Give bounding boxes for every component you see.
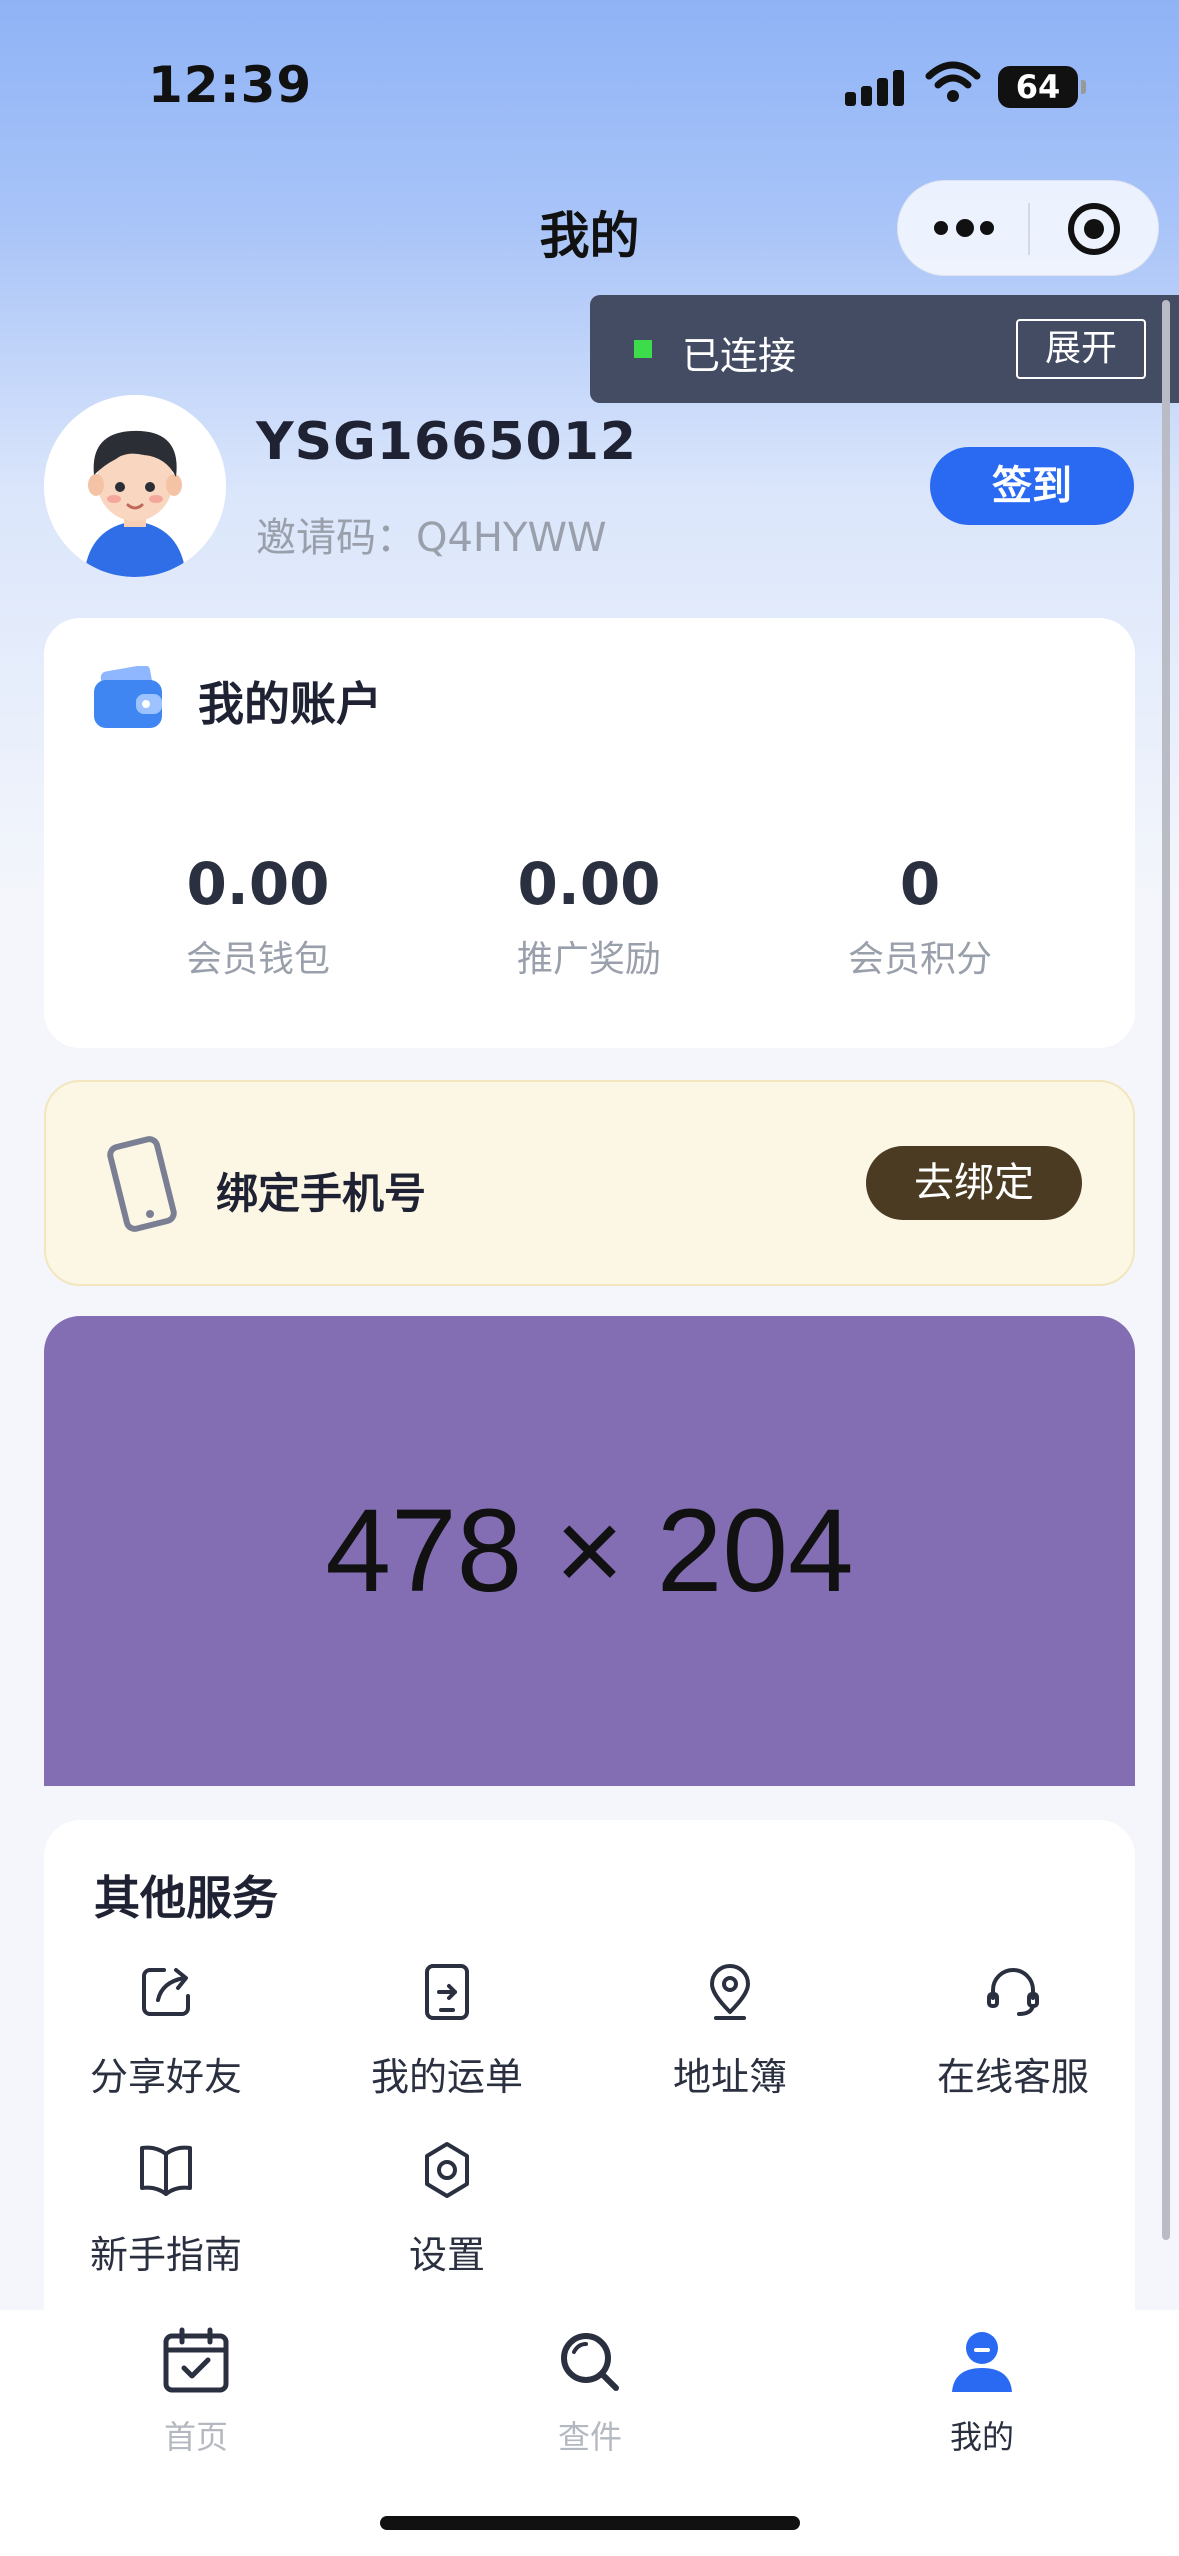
service-share-friends[interactable]: 分享好友 (46, 1960, 286, 2101)
promo-banner-text: 478 × 204 (325, 1485, 854, 1617)
connection-status-text: 已连接 (682, 334, 797, 378)
location-icon (698, 1960, 762, 2024)
book-icon (134, 2138, 198, 2202)
invite-code-value: Q4HYWW (416, 515, 607, 561)
invite-code-label: 邀请码： (256, 515, 416, 561)
share-icon (134, 1960, 198, 2024)
status-time: 12:39 (148, 56, 313, 114)
connection-toast: 已连接 展开 (590, 295, 1179, 403)
calendar-check-icon (160, 2326, 232, 2398)
close-miniprogram-icon[interactable] (1068, 203, 1120, 255)
service-online-support[interactable]: 在线客服 (893, 1960, 1133, 2101)
wallet-balance-value[interactable]: 0.00 (88, 850, 428, 918)
battery-icon: 64 (998, 66, 1086, 108)
service-settings[interactable]: 设置 (327, 2138, 567, 2279)
user-icon (946, 2326, 1018, 2398)
service-label: 我的运单 (370, 2055, 523, 2099)
expand-button[interactable]: 展开 (1016, 319, 1146, 379)
capsule-divider (1028, 203, 1030, 255)
promotion-reward-label: 推广奖励 (516, 939, 661, 980)
service-label: 分享好友 (89, 2055, 242, 2099)
invite-code: 邀请码：Q4HYWW (256, 505, 607, 563)
username: YSG1665012 (256, 412, 638, 472)
gear-icon (415, 2138, 479, 2202)
tab-label: 查件 (557, 2418, 622, 2456)
wifi-icon (925, 60, 981, 108)
checkin-button[interactable]: 签到 (930, 447, 1134, 525)
service-label: 新手指南 (89, 2233, 242, 2277)
service-label: 在线客服 (936, 2055, 1089, 2099)
signal-icon (845, 66, 907, 106)
wallet-balance-label: 会员钱包 (185, 939, 330, 980)
scrollbar[interactable] (1162, 300, 1170, 2240)
more-menu-icon[interactable] (934, 217, 996, 241)
member-points-label: 会员积分 (847, 939, 992, 980)
service-my-waybills[interactable]: 我的运单 (327, 1960, 567, 2101)
wallet-icon (92, 664, 168, 732)
bind-phone-button[interactable]: 去绑定 (866, 1146, 1082, 1220)
bind-phone-title: 绑定手机号 (216, 1169, 427, 1218)
tab-track[interactable]: 查件 (470, 2326, 710, 2458)
connected-status-icon (634, 340, 652, 358)
service-label: 设置 (408, 2233, 485, 2277)
avatar[interactable] (44, 395, 226, 577)
service-address-book[interactable]: 地址簿 (610, 1960, 850, 2101)
tab-label: 首页 (163, 2418, 228, 2456)
member-points-value[interactable]: 0 (750, 850, 1090, 918)
service-beginner-guide[interactable]: 新手指南 (46, 2138, 286, 2279)
miniprogram-capsule (897, 180, 1159, 276)
waybill-icon (415, 1960, 479, 2024)
service-label: 地址簿 (672, 2055, 787, 2099)
phone-icon (106, 1136, 186, 1236)
account-title: 我的账户 (198, 677, 382, 731)
tab-mine[interactable]: 我的 (862, 2326, 1102, 2458)
services-title: 其他服务 (94, 1871, 278, 1925)
promotion-reward-value[interactable]: 0.00 (419, 850, 759, 918)
search-icon (554, 2326, 626, 2398)
tab-label: 我的 (949, 2418, 1014, 2456)
tab-home[interactable]: 首页 (76, 2326, 316, 2458)
home-indicator (380, 2516, 800, 2530)
headset-icon (981, 1960, 1045, 2024)
